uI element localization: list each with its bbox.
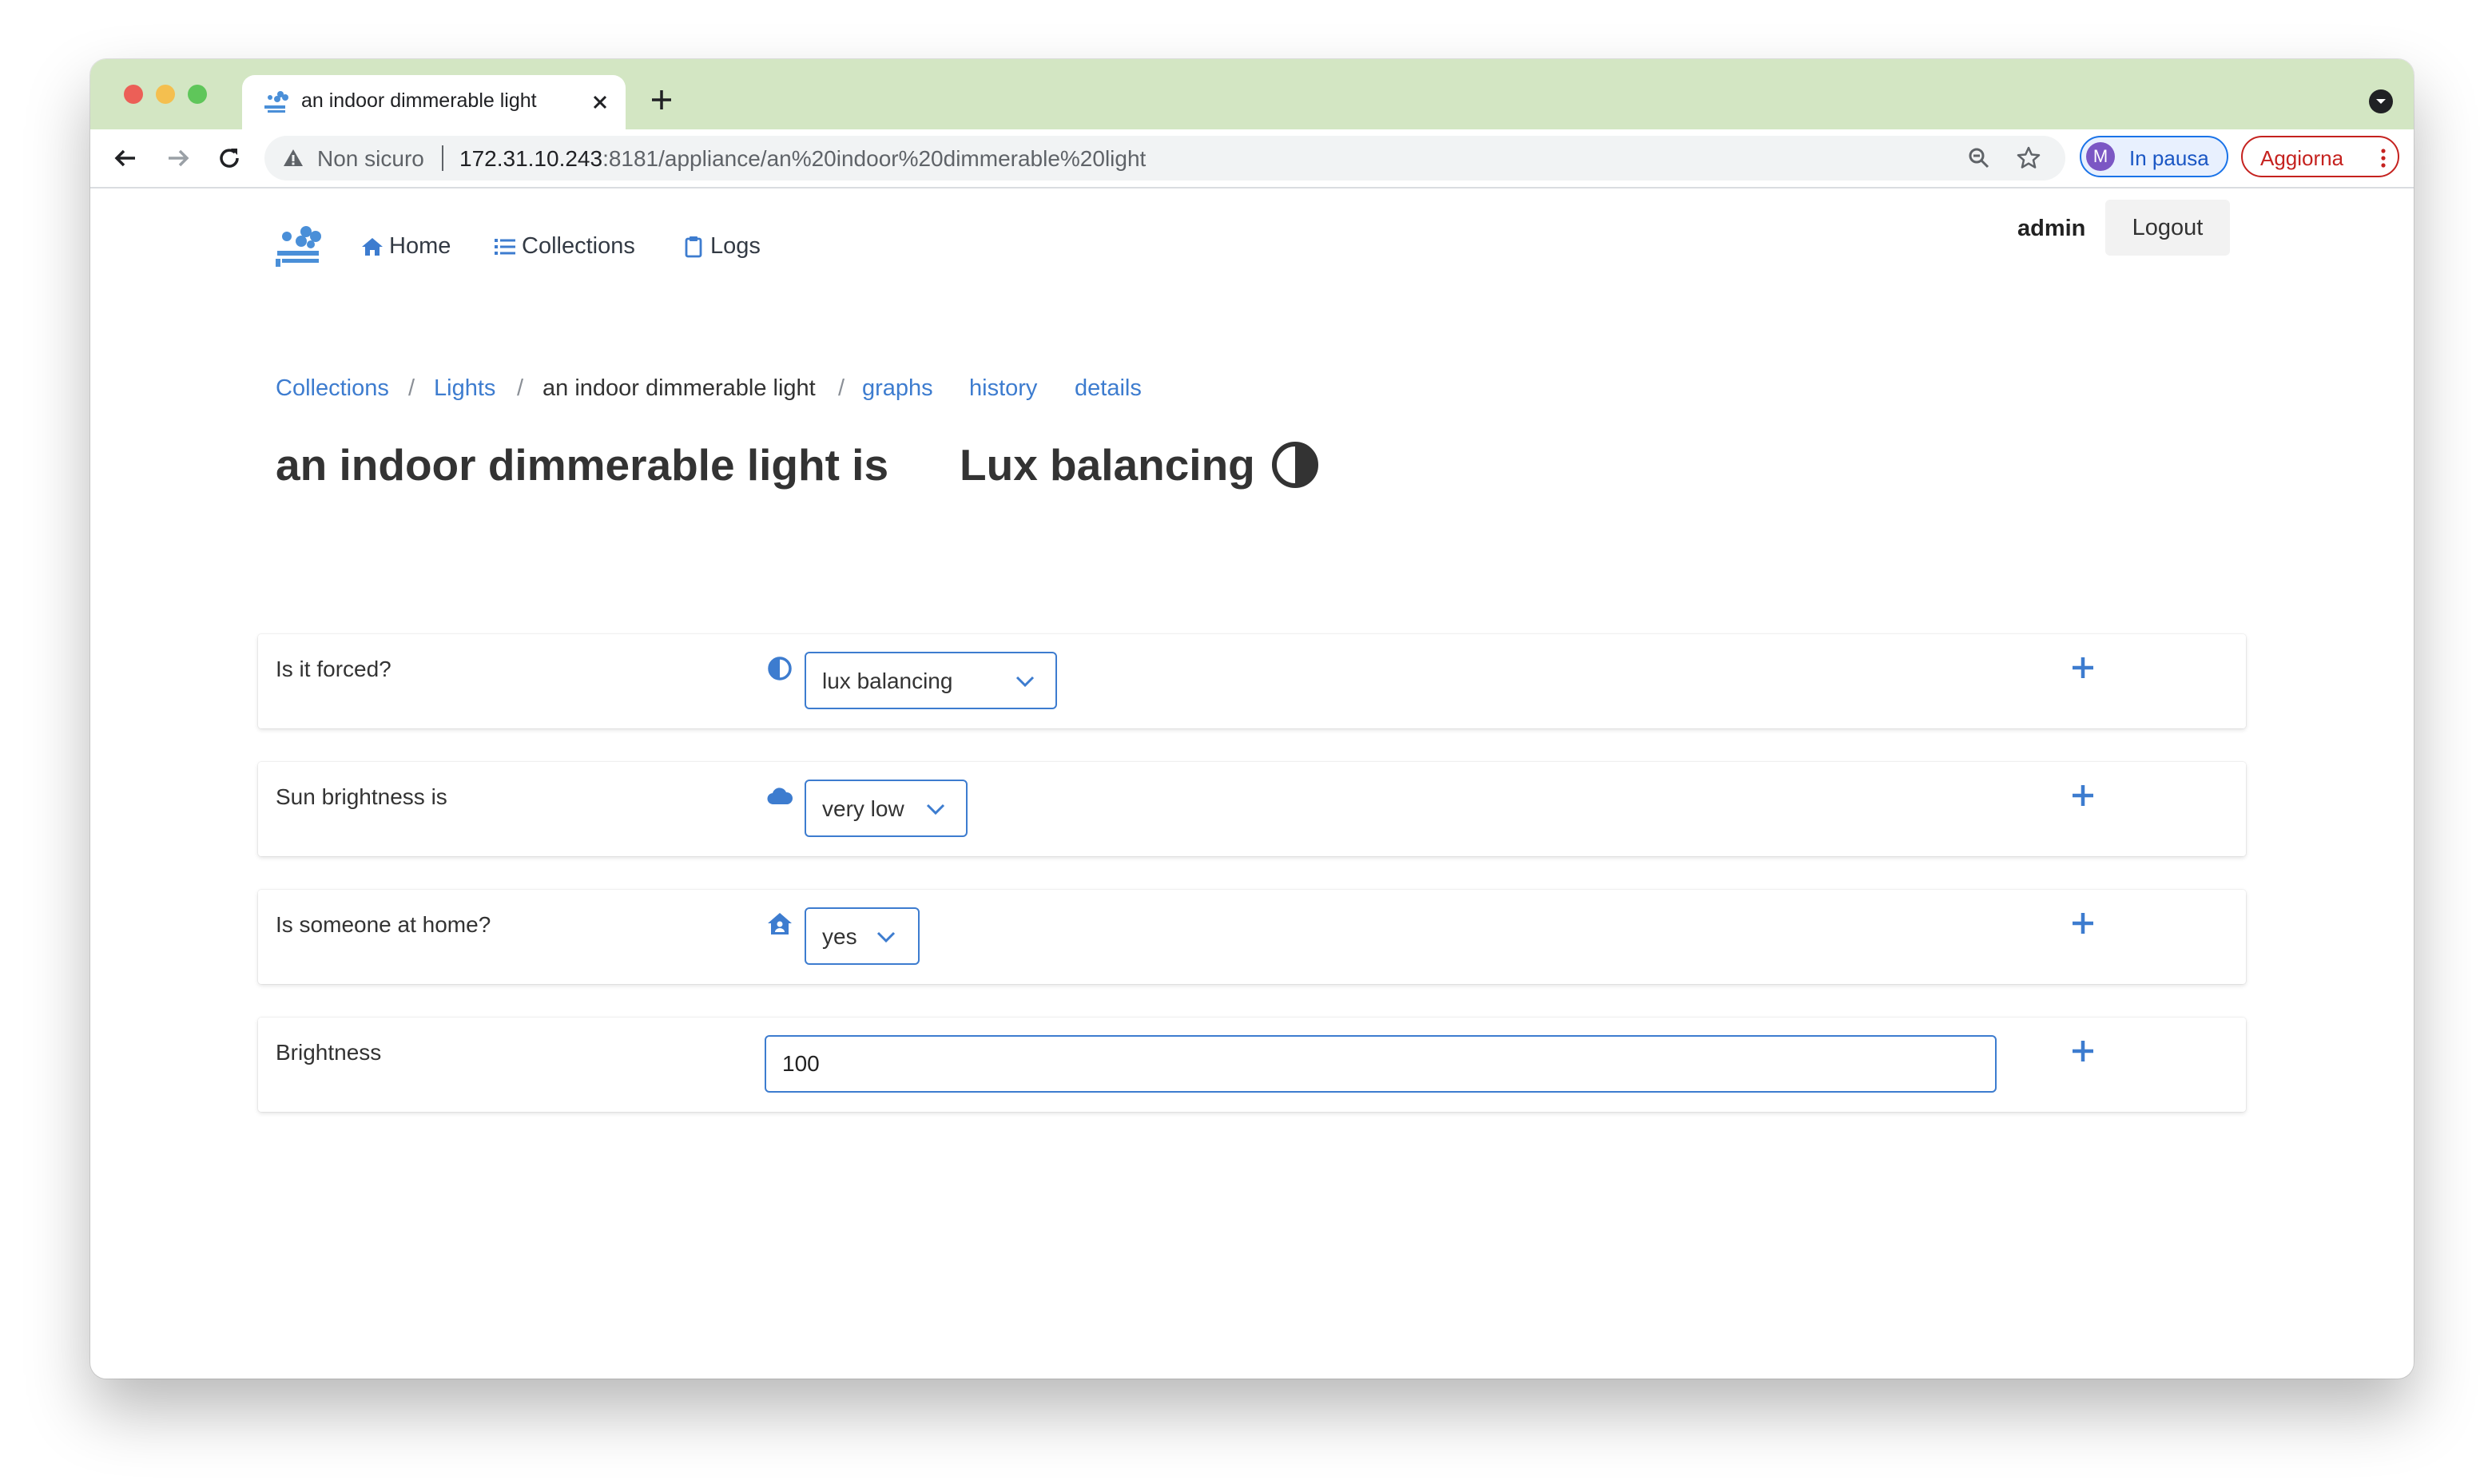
warning-icon[interactable]: [282, 147, 304, 169]
breadcrumb-separator: /: [517, 375, 524, 401]
browser-toolbar: Non sicuro 172.31.10.243:8181/appliance/…: [90, 129, 2414, 188]
nav-home-label: Home: [389, 233, 451, 259]
close-window-button[interactable]: [124, 85, 143, 104]
sun-select-value: very low: [822, 796, 904, 821]
profile-status: In pausa: [2129, 146, 2209, 170]
breadcrumb-graphs[interactable]: graphs: [862, 375, 933, 402]
clipboard-icon: [685, 236, 702, 257]
brightness-input[interactable]: [765, 1035, 1997, 1093]
reload-icon[interactable]: [213, 142, 245, 174]
avatar: M: [2086, 142, 2115, 171]
update-button[interactable]: Aggiorna: [2241, 136, 2399, 177]
breadcrumb-separator: /: [408, 375, 415, 401]
list-icon: [495, 238, 515, 255]
house-user-icon: [768, 913, 792, 934]
browser-window: an indoor dimmerable light Non sicuro 17…: [90, 59, 2414, 1379]
chevron-down-icon: [1015, 676, 1035, 688]
tab-title: an indoor dimmerable light: [301, 89, 537, 112]
home-select-value: yes: [822, 924, 857, 949]
sun-label: Sun brightness is: [276, 784, 447, 809]
nav-home-link[interactable]: Home: [360, 233, 451, 260]
nav-collections-link[interactable]: Collections: [493, 233, 635, 260]
half-circle-icon: [768, 657, 792, 680]
sun-card: Sun brightness is very low: [258, 762, 2246, 856]
sun-select[interactable]: very low: [805, 780, 968, 837]
security-label[interactable]: Non sicuro: [317, 146, 424, 172]
add-icon[interactable]: [2070, 783, 2096, 808]
breadcrumb-lights[interactable]: Lights: [434, 375, 495, 402]
url-path: :8181/appliance/an%20indoor%20dimmerable…: [602, 146, 1147, 171]
tab-strip: an indoor dimmerable light: [90, 59, 2414, 129]
add-icon[interactable]: [2070, 655, 2096, 680]
page-state: Lux balancing: [960, 439, 1319, 490]
brightness-label: Brightness: [276, 1040, 382, 1065]
bookmark-star-icon[interactable]: [2016, 145, 2041, 171]
home-icon: [362, 237, 383, 256]
home-select[interactable]: yes: [805, 907, 920, 965]
cloud-icon: [767, 788, 793, 805]
omnibox-divider: [442, 145, 443, 171]
home-card: Is someone at home? yes: [258, 890, 2246, 984]
half-circle-icon: [1271, 442, 1318, 488]
page-title: an indoor dimmerable light is: [276, 440, 889, 490]
update-label: Aggiorna: [2260, 146, 2344, 170]
address-bar[interactable]: Non sicuro 172.31.10.243:8181/appliance/…: [264, 136, 2065, 181]
breadcrumb-separator: /: [838, 375, 845, 401]
breadcrumb-history[interactable]: history: [969, 375, 1037, 402]
flower-logo-icon: [264, 91, 288, 113]
forced-select[interactable]: lux balancing: [805, 652, 1057, 709]
home-label: Is someone at home?: [276, 912, 491, 937]
logout-button[interactable]: Logout: [2105, 200, 2230, 256]
forward-arrow-icon[interactable]: [162, 142, 194, 174]
breadcrumb-current: an indoor dimmerable light: [542, 375, 816, 401]
brightness-card: Brightness: [258, 1018, 2246, 1112]
new-tab-icon[interactable]: [648, 86, 675, 113]
kebab-menu-icon[interactable]: [2374, 147, 2393, 169]
chevron-down-icon: [876, 931, 896, 943]
page-state-label: Lux balancing: [960, 440, 1255, 490]
profile-button[interactable]: M In pausa: [2080, 136, 2228, 177]
add-icon[interactable]: [2070, 911, 2096, 936]
url-text[interactable]: 172.31.10.243:8181/appliance/an%20indoor…: [459, 146, 1146, 172]
minimize-window-button[interactable]: [156, 85, 175, 104]
nav-logs-link[interactable]: Logs: [682, 233, 761, 260]
back-arrow-icon[interactable]: [109, 142, 141, 174]
add-icon[interactable]: [2070, 1038, 2096, 1064]
forced-card: Is it forced? lux balancing: [258, 634, 2246, 728]
current-user: admin: [2017, 216, 2086, 241]
tab-search-icon[interactable]: [2369, 89, 2393, 113]
url-host: 172.31.10.243: [459, 146, 603, 171]
breadcrumb-details[interactable]: details: [1075, 375, 1142, 402]
chevron-down-icon: [926, 804, 945, 815]
maximize-window-button[interactable]: [188, 85, 207, 104]
browser-tab[interactable]: an indoor dimmerable light: [242, 75, 626, 129]
nav-logs-label: Logs: [710, 233, 761, 259]
nav-collections-label: Collections: [522, 233, 635, 259]
forced-label: Is it forced?: [276, 657, 391, 681]
close-tab-icon[interactable]: [589, 91, 611, 113]
forced-select-value: lux balancing: [822, 669, 953, 693]
flower-logo-icon[interactable]: [274, 224, 325, 268]
zoom-icon[interactable]: [1966, 145, 1992, 171]
breadcrumb-collections[interactable]: Collections: [276, 375, 389, 402]
